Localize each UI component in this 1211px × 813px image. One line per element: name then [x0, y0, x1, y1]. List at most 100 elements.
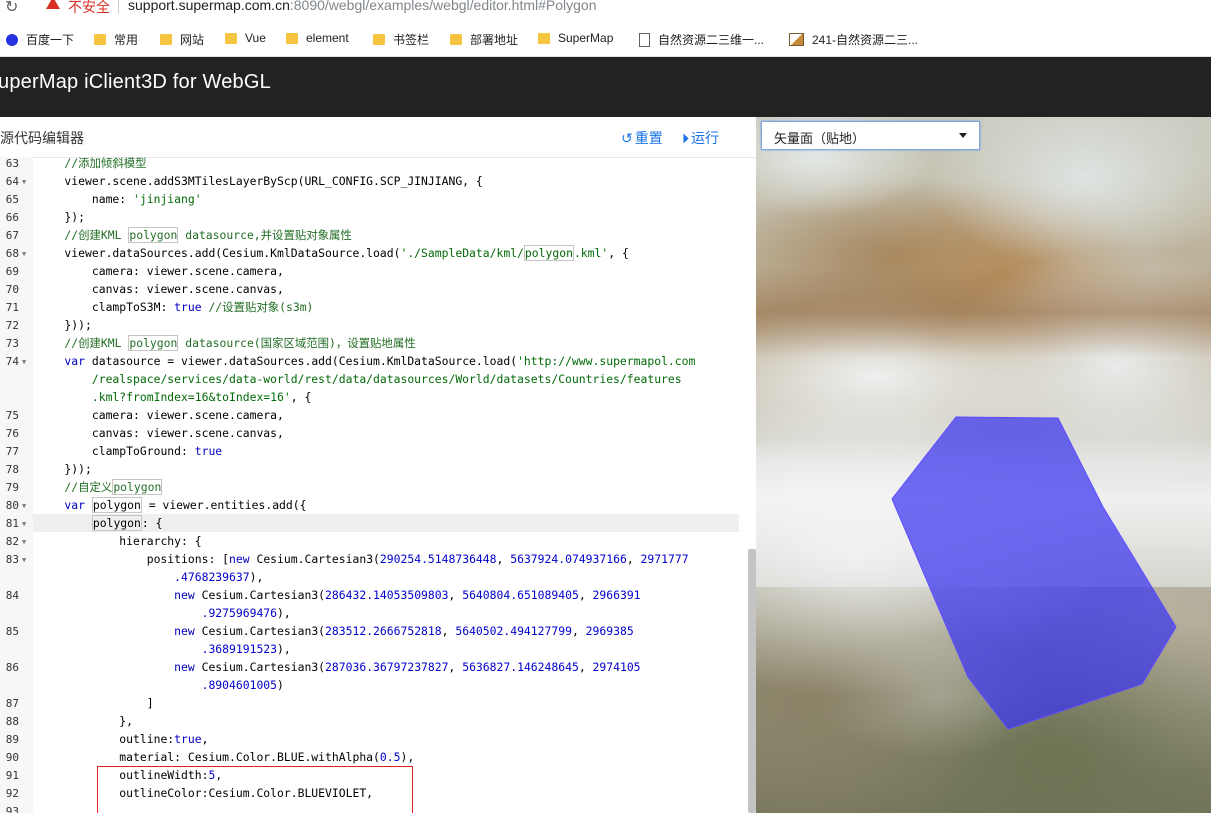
page-icon: [639, 32, 650, 47]
vertical-scrollbar[interactable]: [748, 549, 756, 813]
line-number: 65: [5, 193, 19, 206]
bookmark-baidu[interactable]: 百度一下: [6, 31, 74, 48]
code-line[interactable]: camera: viewer.scene.camera,: [37, 406, 284, 424]
fold-toggle-icon[interactable]: ▼: [22, 538, 26, 546]
bookmark-label: 241-自然资源二三...: [812, 33, 919, 47]
run-button[interactable]: ⏵ 运行: [682, 128, 719, 148]
code-line[interactable]: outline:true,: [37, 730, 208, 748]
code-line[interactable]: new Cesium.Cartesian3(283512.2666752818,…: [37, 622, 634, 640]
bookmark-changyong[interactable]: 常用: [94, 31, 138, 48]
bookmark-bushudizhi[interactable]: 部署地址: [450, 31, 518, 48]
code-line[interactable]: .kml?fromIndex=16&toIndex=16', {: [37, 388, 311, 406]
code-token: positions: [: [37, 552, 230, 566]
code-line[interactable]: //创建KML polygon datasource,并设置贴对象属性: [37, 226, 352, 244]
line-number: 80: [5, 499, 19, 512]
code-line[interactable]: .8904601005): [37, 676, 284, 694]
reset-button[interactable]: ↺ 重置: [621, 128, 663, 148]
reset-label: 重置: [634, 130, 663, 146]
bookmark-wangzhan[interactable]: 网站: [160, 31, 204, 48]
code-line[interactable]: canvas: viewer.scene.canvas,: [37, 424, 284, 442]
fold-toggle-icon[interactable]: ▼: [22, 358, 26, 366]
bookmark-ziranziyuan-1[interactable]: 自然资源二三维一...: [639, 31, 764, 48]
code-line[interactable]: }));: [37, 460, 91, 478]
warning-icon: [46, 0, 60, 9]
code-token: 'http://www.supermapol.com: [517, 354, 696, 368]
code-line[interactable]: viewer.dataSources.add(Cesium.KmlDataSou…: [37, 244, 629, 262]
folder-icon: [373, 34, 385, 45]
line-number: 71: [5, 301, 19, 314]
code-token: ,: [496, 552, 511, 566]
code-line[interactable]: },: [37, 712, 133, 730]
code-token: .kml': [573, 246, 609, 260]
code-line[interactable]: ]: [37, 694, 154, 712]
code-area[interactable]: 63 64 ▼ 65 66 67 68 ▼ 69 70 71 72 73 74 ▼ 75 76 77 78 79 80 ▼…: [0, 154, 756, 813]
code-line[interactable]: var datasource = viewer.dataSources.add(…: [37, 352, 695, 370]
line-number: 81: [5, 517, 19, 530]
code-line[interactable]: positions: [new Cesium.Cartesian3(290254…: [37, 550, 689, 568]
code-token: hierarchy: {: [37, 534, 202, 548]
code-line[interactable]: /realspace/services/data-world/rest/data…: [37, 370, 682, 388]
code-line[interactable]: .3689191523),: [37, 640, 291, 658]
code-token: camera: viewer.scene.camera,: [37, 408, 284, 422]
code-line[interactable]: var polygon = viewer.entities.add({: [37, 496, 306, 514]
code-line[interactable]: .9275969476),: [37, 604, 291, 622]
code-token: , {: [608, 246, 629, 260]
code-line[interactable]: camera: viewer.scene.camera,: [37, 262, 284, 280]
code-line[interactable]: });: [37, 208, 85, 226]
code-token: 2971777: [640, 552, 689, 566]
security-label[interactable]: 不安全: [68, 0, 110, 17]
fold-toggle-icon[interactable]: ▼: [22, 178, 26, 186]
bookmark-shuqianlan[interactable]: 书签栏: [373, 31, 429, 48]
fold-toggle-icon[interactable]: ▼: [22, 502, 26, 510]
blue-polygon[interactable]: [891, 416, 1177, 730]
code-token: canvas: viewer.scene.canvas,: [37, 426, 284, 440]
bookmark-vue[interactable]: Vue: [225, 31, 266, 45]
reload-icon[interactable]: ↻: [5, 0, 18, 17]
fold-toggle-icon[interactable]: ▼: [22, 250, 26, 258]
map-view[interactable]: 矢量面（贴地）: [756, 117, 1211, 813]
line-number: 86: [5, 661, 19, 674]
code-token: 283512.2666752818: [325, 624, 442, 638]
bookmark-ziranziyuan-2[interactable]: 241-自然资源二三...: [789, 31, 918, 48]
code-token: ,: [571, 624, 586, 638]
code-line[interactable]: //自定义polygon: [37, 478, 163, 496]
layer-select[interactable]: 矢量面（贴地）: [761, 121, 980, 150]
code-token: ,: [441, 624, 456, 638]
code-line[interactable]: new Cesium.Cartesian3(287036.36797237827…: [37, 658, 640, 676]
code-line[interactable]: viewer.scene.addS3MTilesLayerByScp(URL_C…: [37, 172, 482, 190]
code-line[interactable]: //添加倾斜模型: [37, 154, 146, 172]
code-line[interactable]: name: 'jinjiang': [37, 190, 202, 208]
address-divider: [118, 0, 119, 14]
code-token: material: Cesium.Color.BLUE.withAlpha(: [37, 750, 380, 764]
code-token: new: [174, 588, 195, 602]
fold-toggle-icon[interactable]: ▼: [22, 520, 26, 528]
bookmark-element[interactable]: element: [286, 31, 349, 45]
code-token: clampToGround:: [37, 444, 195, 458]
code-line[interactable]: clampToS3M: true //设置贴对象(s3m): [37, 298, 314, 316]
run-label: 运行: [691, 130, 719, 146]
code-line[interactable]: polygon: {: [37, 514, 162, 532]
code-token: 290254.5148736448: [379, 552, 497, 566]
url-text[interactable]: support.supermap.com.cn:8090/webgl/examp…: [128, 0, 597, 13]
fold-toggle-icon[interactable]: ▼: [22, 556, 26, 564]
line-number: 68: [5, 247, 19, 260]
code-line[interactable]: }));: [37, 316, 91, 334]
address-bar[interactable]: ↻ 不安全 support.supermap.com.cn:8090/webgl…: [0, 0, 1211, 22]
code-line[interactable]: .4768239637),: [37, 568, 263, 586]
line-number: 74: [5, 355, 19, 368]
line-number: 78: [5, 463, 19, 476]
url-host: support.supermap.com.cn: [128, 0, 290, 13]
app-header: uperMap iClient3D for WebGL: [0, 57, 1211, 117]
baidu-icon: [6, 33, 18, 46]
bookmark-supermap[interactable]: SuperMap: [538, 31, 613, 45]
code-token: polygon: [523, 245, 574, 261]
code-line[interactable]: hierarchy: {: [37, 532, 202, 550]
code-line[interactable]: material: Cesium.Color.BLUE.withAlpha(0.…: [37, 748, 414, 766]
code-line[interactable]: clampToGround: true: [37, 442, 222, 460]
line-number: 69: [5, 265, 19, 278]
code-line[interactable]: new Cesium.Cartesian3(286432.14053509803…: [37, 586, 640, 604]
code-line[interactable]: canvas: viewer.scene.canvas,: [37, 280, 284, 298]
code-token: //自定义: [37, 480, 113, 494]
code-line[interactable]: //创建KML polygon datasource(国家区域范围)，设置贴地属…: [37, 334, 416, 352]
